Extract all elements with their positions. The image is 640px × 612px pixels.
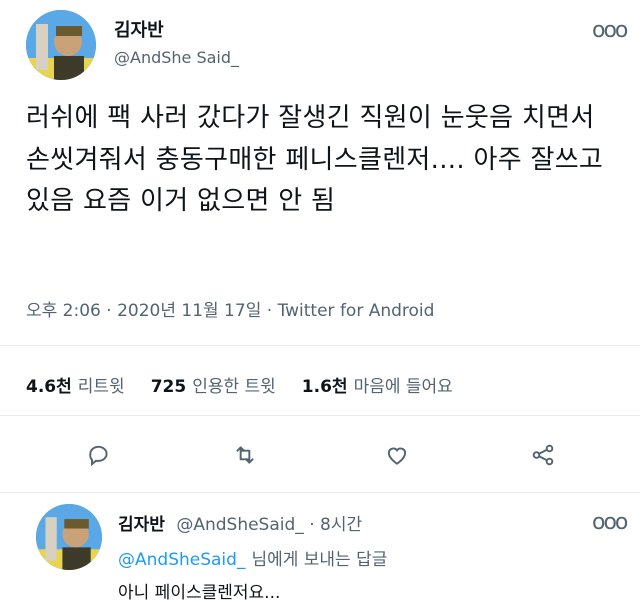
quotes-count: 725: [150, 377, 187, 397]
tweet-source[interactable]: Twitter for Android: [278, 301, 435, 321]
reply-header: 김자반 @AndSheSaid_ · 8시간: [118, 515, 363, 535]
divider: [0, 345, 640, 346]
likes-count: 1.6천: [301, 377, 348, 397]
likes-stat[interactable]: 1.6천 마음에 들어요: [302, 372, 453, 397]
reply-age[interactable]: 8시간: [320, 515, 362, 535]
tweet-text: 러쉬에 팩 사러 갔다가 잘생긴 직원이 눈웃음 치면서 손씻겨줘서 충동구매한…: [26, 103, 604, 216]
like-icon[interactable]: [382, 440, 412, 470]
more-dots-icon[interactable]: ooo: [592, 20, 628, 42]
reply-author-name[interactable]: 김자반: [118, 515, 165, 535]
avatar[interactable]: [26, 10, 96, 80]
quotes-stat[interactable]: 725 인용한 트윗: [151, 372, 276, 397]
more-dots-icon[interactable]: ooo: [592, 512, 628, 534]
retweets-count: 4.6천: [26, 377, 72, 397]
reply-avatar[interactable]: [36, 504, 102, 570]
replying-label: 님에게 보내는 답글: [251, 550, 388, 570]
retweets-stat[interactable]: 4.6천 리트윗: [26, 372, 125, 397]
reply-text: 아니 페이스클렌저요...: [118, 583, 281, 603]
author-handle[interactable]: @AndShe Said_: [114, 48, 239, 67]
tweet-date[interactable]: 2020년 11월 17일: [117, 301, 261, 321]
share-icon[interactable]: [528, 440, 558, 470]
author-name[interactable]: 김자반: [114, 16, 164, 42]
divider: [0, 415, 640, 416]
tweet-time[interactable]: 오후 2:06: [26, 301, 101, 321]
replying-to: @AndSheSaid_ 님에게 보내는 답글: [118, 545, 387, 570]
tweet-meta: 오후 2:06 · 2020년 11월 17일 · Twitter for An…: [26, 301, 435, 321]
tweet-stats: 4.6천 리트윗 725 인용한 트윗 1.6천 마음에 들어요: [26, 372, 479, 397]
retweet-icon[interactable]: [230, 440, 260, 470]
likes-label: 마음에 들어요: [353, 377, 453, 397]
avatar-image: [36, 504, 102, 570]
divider: [0, 492, 640, 493]
reply-icon[interactable]: [84, 440, 114, 470]
reply-mention[interactable]: @AndSheSaid_: [118, 550, 245, 570]
quotes-label: 인용한 트윗: [192, 377, 276, 397]
avatar-image: [26, 10, 96, 80]
retweets-label: 리트윗: [77, 377, 125, 397]
reply-author-handle[interactable]: @AndSheSaid_: [176, 515, 303, 535]
